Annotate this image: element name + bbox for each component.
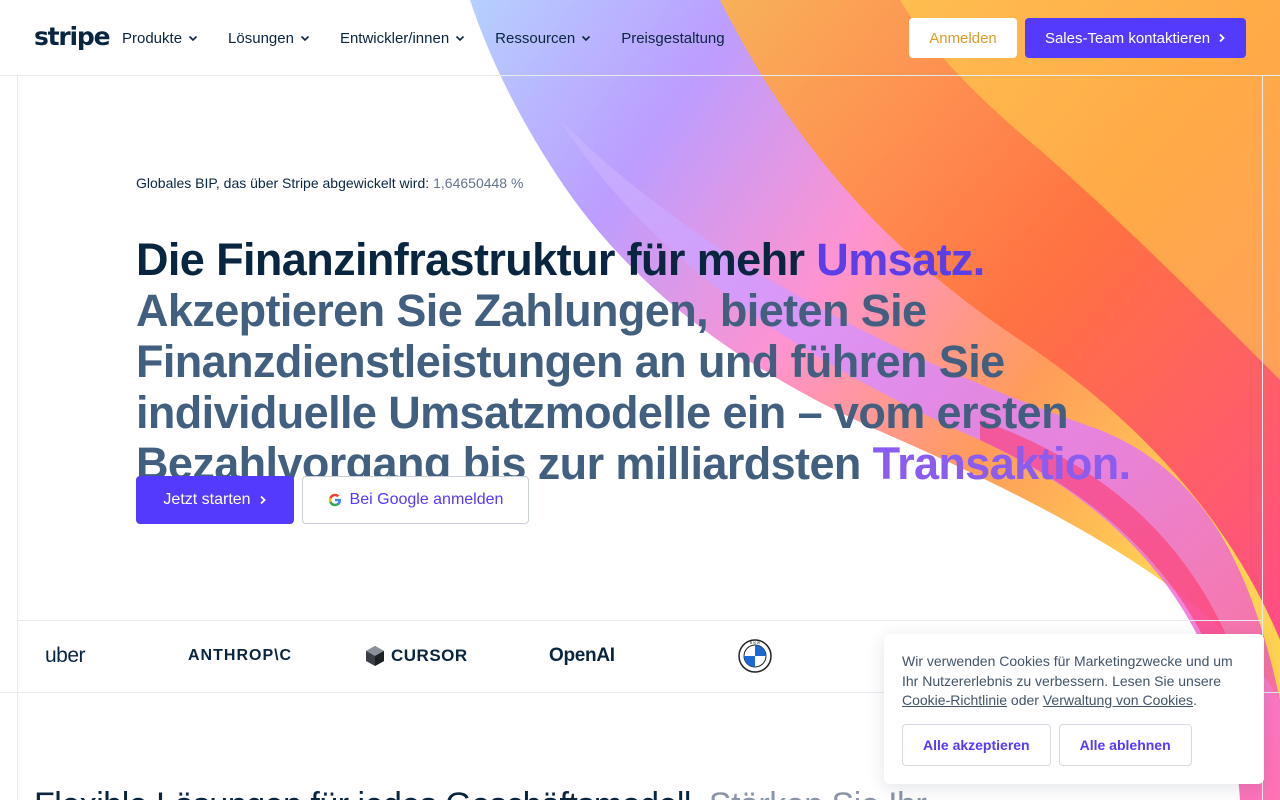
headline-part-2: Umsatz. <box>816 234 985 285</box>
nav-item-label: Lösungen <box>228 29 294 47</box>
gdp-label: Globales BIP, das über Stripe abgewickel… <box>136 175 430 191</box>
svg-text:B M W: B M W <box>750 641 761 645</box>
reject-all-cookies-button[interactable]: Alle ablehnen <box>1058 724 1192 766</box>
nav-item-entwickler[interactable]: Entwickler/innen <box>340 28 465 48</box>
nav-item-loesungen[interactable]: Lösungen <box>228 28 310 48</box>
cookie-policy-link[interactable]: Cookie-Richtlinie <box>902 692 1007 708</box>
headline-part-4: Transaktion. <box>872 438 1131 489</box>
cookie-text: Wir verwenden Cookies für Marketingzweck… <box>902 652 1246 711</box>
cookie-banner: Wir verwenden Cookies für Marketingzweck… <box>884 634 1264 784</box>
cursor-logo: CURSOR <box>365 620 468 692</box>
cursor-wordmark: CURSOR <box>391 646 468 665</box>
cookie-text-end: . <box>1193 692 1197 708</box>
section-headline-dark: Flexible Lösungen für jedes Geschäftsmod… <box>34 786 700 800</box>
chevron-right-icon <box>259 495 266 505</box>
section-headline-soft: Stärken Sie Ihr <box>709 786 927 800</box>
accept-all-cookies-button[interactable]: Alle akzeptieren <box>902 724 1051 766</box>
nav-item-label: Entwickler/innen <box>339 29 450 47</box>
cursor-cube-icon <box>366 646 384 666</box>
bmw-logo: B M W <box>738 620 772 692</box>
cookie-text-main: Wir verwenden Cookies für Marketingzweck… <box>902 653 1233 689</box>
main-nav: Produkte Lösungen Entwickler/innen Resso… <box>122 28 725 48</box>
contact-sales-button[interactable]: Sales-Team kontaktieren <box>1025 18 1246 58</box>
google-signin-label: Bei Google anmelden <box>349 491 504 508</box>
nav-item-preisgestaltung[interactable]: Preisgestaltung <box>621 28 724 48</box>
nav-item-label: Ressourcen <box>495 29 576 47</box>
get-started-label: Jetzt starten <box>163 491 251 508</box>
contact-sales-label: Sales-Team kontaktieren <box>1044 29 1211 47</box>
uber-logo: uber <box>45 644 86 667</box>
chevron-right-icon <box>1219 33 1225 43</box>
google-signin-button[interactable]: Bei Google anmelden <box>302 476 529 524</box>
section-headline: Flexible Lösungen für jedes Geschäftsmod… <box>34 786 927 800</box>
chevron-down-icon <box>456 35 465 42</box>
headline-part-1: Die Finanzinfrastruktur für mehr <box>136 234 817 285</box>
chevron-down-icon <box>188 35 198 42</box>
chevron-down-icon <box>300 35 310 42</box>
stripe-logo[interactable]: stripe <box>34 22 111 51</box>
bmw-roundel-icon: B M W <box>738 639 772 673</box>
hero-headline: Die Finanzinfrastruktur für mehr Umsatz.… <box>136 234 1196 489</box>
nav-item-produkte[interactable]: Produkte <box>122 28 198 48</box>
manage-cookies-link[interactable]: Verwaltung von Cookies <box>1043 692 1193 708</box>
signin-button[interactable]: Anmelden <box>909 18 1017 58</box>
top-navigation-bar: stripe Produkte Lösungen Entwickler/inne… <box>0 0 1280 76</box>
openai-logo: OpenAI <box>549 645 615 666</box>
cookie-actions: Alle akzeptieren Alle ablehnen <box>902 724 1192 766</box>
get-started-button[interactable]: Jetzt starten <box>136 476 294 524</box>
nav-item-ressourcen[interactable]: Ressourcen <box>495 28 591 48</box>
gdp-value: 1,64650448 % <box>433 175 524 191</box>
chevron-down-icon <box>582 35 591 42</box>
nav-item-label: Preisgestaltung <box>621 29 725 47</box>
cookie-text-or: oder <box>1007 692 1043 708</box>
anthropic-logo: ANTHROP\C <box>188 647 293 664</box>
gdp-stat: Globales BIP, das über Stripe abgewickel… <box>136 175 523 191</box>
google-icon <box>328 493 341 507</box>
nav-item-label: Produkte <box>122 29 183 47</box>
